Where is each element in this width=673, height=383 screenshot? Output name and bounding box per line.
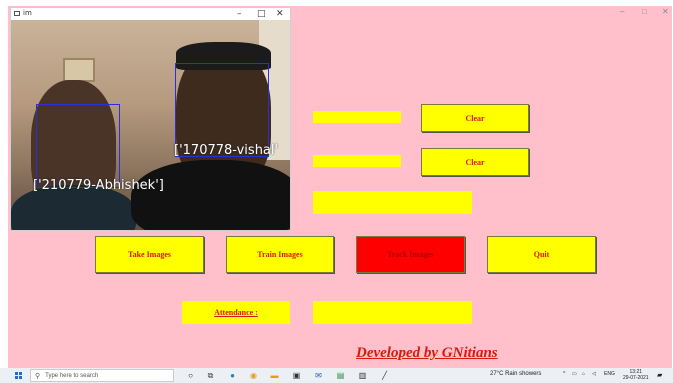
face-label: ['210779-Abhishek'] <box>33 178 164 193</box>
train-images-button[interactable]: Train Images <box>226 236 334 273</box>
notification-icon[interactable]: ▰ <box>657 371 662 379</box>
terminal-icon[interactable]: ▤ <box>336 371 345 380</box>
clear-name-button[interactable]: Clear <box>421 148 529 176</box>
search-icon: ⚲ <box>35 372 41 380</box>
notification-field <box>313 191 472 214</box>
mail-icon[interactable]: ✉ <box>314 371 323 380</box>
edge-icon[interactable]: ● <box>228 371 237 380</box>
battery-icon[interactable]: ▭ <box>572 371 577 377</box>
camera-feed: ['210779-Abhishek'] ['170778-vishal' <box>11 20 290 230</box>
quit-button[interactable]: Quit <box>487 236 596 273</box>
camera-window[interactable]: im – □ ✕ ['210779-Abhishek'] ['170778-vi… <box>10 7 291 231</box>
taskbar: ⚲ Type here to search ○ ⧉ ● ◉ ▬ ▣ ✉ ▤ ▥ … <box>0 368 673 383</box>
name-input[interactable] <box>313 155 401 167</box>
maximize-button[interactable]: □ <box>642 7 647 17</box>
clock-date: 29-07-2021 <box>623 375 649 381</box>
cortana-icon[interactable]: ○ <box>186 371 195 380</box>
clear-id-button[interactable]: Clear <box>421 104 529 132</box>
id-input[interactable] <box>313 111 401 123</box>
taskbar-search[interactable]: ⚲ Type here to search <box>30 369 174 382</box>
tray-arrow-icon[interactable]: ^ <box>563 371 565 377</box>
volume-icon[interactable]: ◁ <box>592 371 596 377</box>
take-images-button[interactable]: Take Images <box>95 236 204 273</box>
pen-icon[interactable]: ╱ <box>380 371 389 380</box>
camera-close-button[interactable]: ✕ <box>276 8 284 20</box>
task-view-icon[interactable]: ⧉ <box>206 371 215 380</box>
attendance-field <box>313 301 472 324</box>
camera-maximize-button[interactable]: □ <box>257 8 266 20</box>
windows-start-icon[interactable] <box>15 372 23 380</box>
developer-credit: Developed by GNitians <box>356 345 498 361</box>
face-detection-box <box>36 104 120 188</box>
wall-picture <box>63 58 95 82</box>
attendance-label: Attendance : <box>182 301 290 324</box>
track-images-button[interactable]: Track Images <box>356 236 465 273</box>
weather-widget[interactable]: 27°C Rain showers <box>490 371 541 377</box>
app-icon[interactable]: ▥ <box>358 371 367 380</box>
taskbar-clock[interactable]: 13:21 29-07-2021 <box>623 369 649 381</box>
chrome-icon[interactable]: ◉ <box>249 371 258 380</box>
file-explorer-icon[interactable]: ▬ <box>270 371 279 380</box>
camera-titlebar[interactable]: im – □ ✕ <box>11 8 290 20</box>
camera-window-title: im <box>23 9 32 17</box>
search-placeholder: Type here to search <box>45 372 99 379</box>
minimize-button[interactable]: – <box>620 7 624 17</box>
window-app-icon <box>14 11 20 16</box>
person-right-shirt <box>131 160 290 230</box>
network-icon[interactable]: ⌂ <box>582 371 585 377</box>
camera-minimize-button[interactable]: – <box>237 8 242 20</box>
language-indicator[interactable]: ENG <box>604 371 615 377</box>
store-icon[interactable]: ▣ <box>292 371 301 380</box>
face-label: ['170778-vishal' <box>174 143 279 158</box>
close-button[interactable]: ✕ <box>662 7 669 17</box>
